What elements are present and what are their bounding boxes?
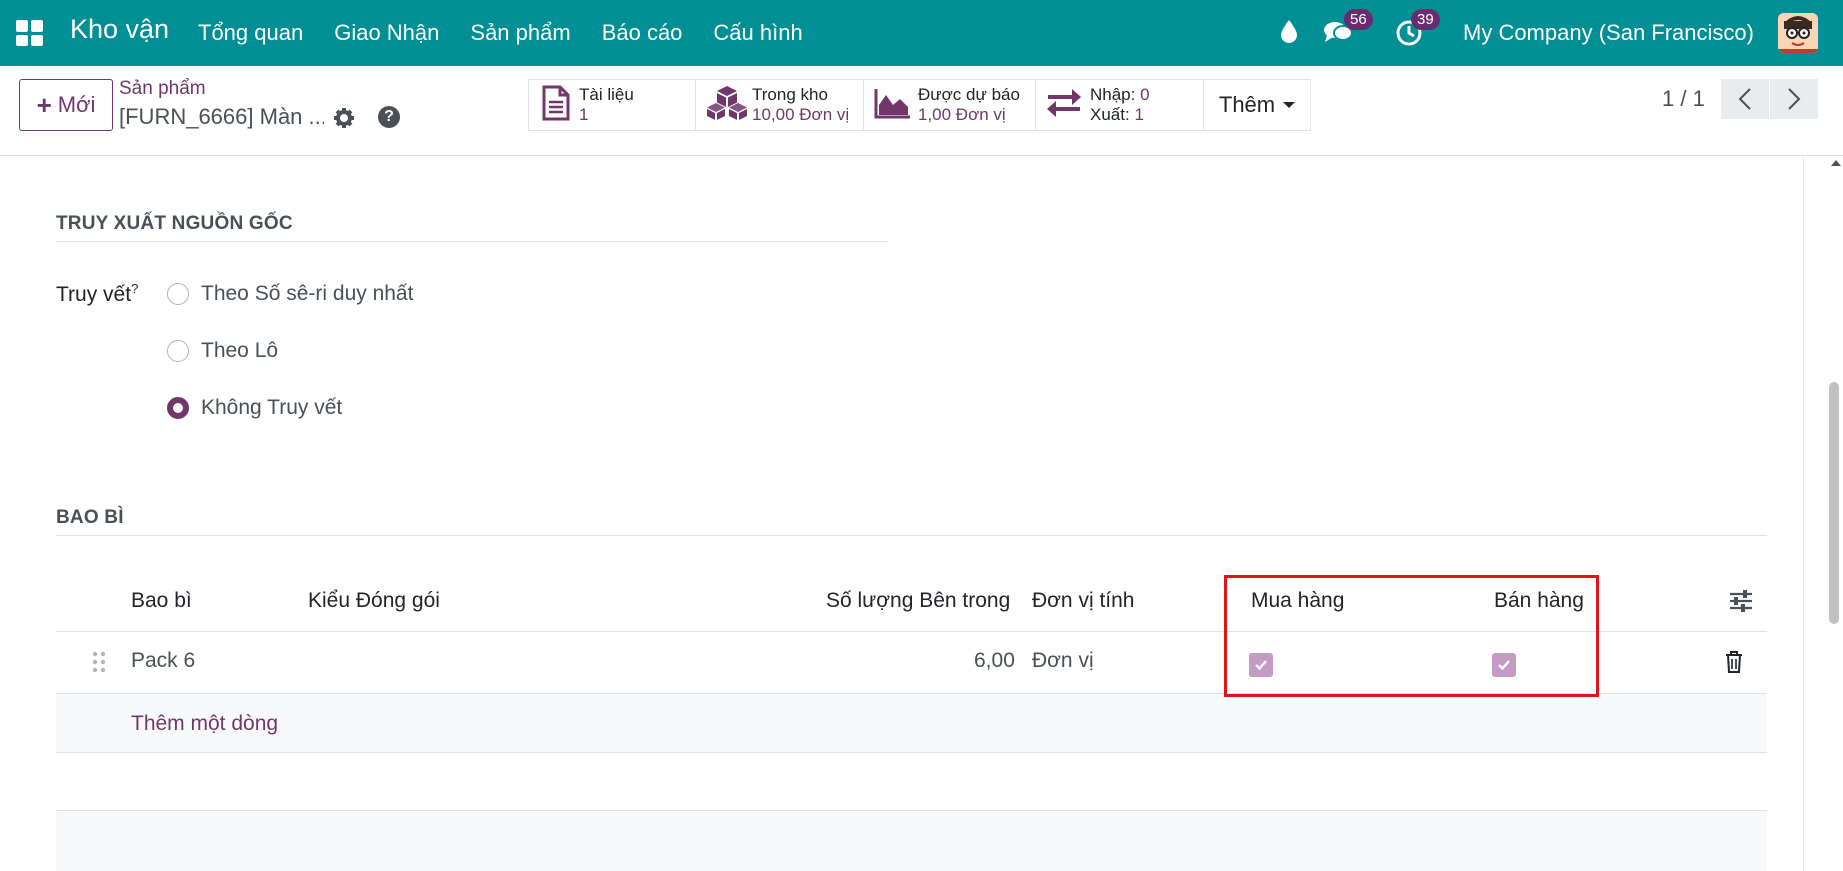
empty-row (56, 811, 1767, 871)
tracking-label-text: Truy vết (56, 283, 132, 306)
new-button[interactable]: + Mới (19, 79, 113, 131)
cell-uom[interactable]: Đơn vị (1032, 649, 1094, 673)
more-label: Thêm (1218, 92, 1276, 117)
messages-badge: 56 (1344, 9, 1373, 30)
menu-item-configuration[interactable]: Cấu hình (713, 20, 802, 46)
smart-button-in-out[interactable]: Nhập: 0 Xuất: 1 (1035, 79, 1204, 131)
gear-icon[interactable] (333, 107, 355, 134)
scrollbar-thumb[interactable] (1829, 382, 1839, 624)
top-navbar: Kho vận Tổng quan Giao Nhận Sản phẩm Báo… (0, 0, 1843, 66)
packaging-divider (56, 535, 1767, 536)
menu-item-reporting[interactable]: Báo cáo (602, 20, 683, 46)
tracking-field-label: Truy vết? (56, 281, 138, 307)
documents-label: Tài liệu (579, 85, 634, 104)
traceability-divider (56, 241, 888, 242)
radio-option-lot[interactable]: Theo Lô (167, 339, 278, 363)
out-label: Xuất: (1090, 105, 1130, 124)
row-divider (56, 752, 1767, 753)
exchange-icon (1046, 88, 1082, 122)
packaging-section-title: BAO BÌ (56, 507, 124, 528)
app-brand[interactable]: Kho vận (70, 14, 169, 45)
form-sheet (18, 156, 1803, 871)
add-line-link[interactable]: Thêm một dòng (131, 712, 278, 736)
plus-icon: + (36, 89, 52, 120)
radio-label: Theo Số sê-ri duy nhất (201, 282, 414, 305)
menu-item-products[interactable]: Sản phẩm (470, 20, 570, 46)
chevron-left-icon (1738, 88, 1751, 110)
column-header-contained-qty[interactable]: Số lượng Bên trong (826, 589, 1010, 613)
pager-previous-button[interactable] (1721, 79, 1769, 119)
smart-button-on-hand[interactable]: Trong kho 10,00 Đơn vị (695, 79, 864, 131)
cell-packaging-name[interactable]: Pack 6 (131, 649, 195, 673)
main-menu: Tổng quan Giao Nhận Sản phẩm Báo cáo Cấu… (198, 20, 834, 46)
drop-icon[interactable] (1279, 18, 1299, 49)
radio-label: Không Truy vết (201, 396, 343, 419)
on-hand-label: Trong kho (752, 85, 828, 104)
pager-next-button[interactable] (1770, 79, 1818, 119)
forecasted-value: 1,00 Đơn vị (918, 105, 1006, 124)
smart-button-forecasted[interactable]: Được dự báo 1,00 Đơn vị (863, 79, 1036, 131)
highlight-box (1224, 575, 1599, 697)
in-value: 0 (1140, 85, 1150, 104)
user-avatar[interactable] (1778, 13, 1818, 53)
caret-down-icon (1283, 102, 1296, 108)
apps-menu-icon[interactable] (16, 20, 44, 46)
menu-item-overview[interactable]: Tổng quan (198, 20, 303, 46)
add-line-row (56, 694, 1767, 752)
radio-label: Theo Lô (201, 339, 279, 362)
radio-button-checked[interactable] (167, 397, 189, 419)
on-hand-value: 10,00 Đơn vị (752, 105, 850, 124)
radio-option-serial[interactable]: Theo Số sê-ri duy nhất (167, 282, 413, 306)
smart-button-documents[interactable]: Tài liệu 1 (528, 79, 696, 131)
radio-button[interactable] (167, 340, 189, 362)
trash-icon[interactable] (1725, 651, 1743, 673)
radio-button[interactable] (167, 283, 189, 305)
radio-option-none[interactable]: Không Truy vết (167, 396, 342, 420)
document-icon (541, 85, 571, 126)
more-dropdown[interactable]: Thêm (1203, 79, 1311, 131)
cell-contained-qty[interactable]: 6,00 (974, 649, 1015, 673)
column-header-packaging[interactable]: Bao bì (131, 589, 192, 613)
in-label: Nhập: (1090, 85, 1136, 104)
column-settings-icon[interactable] (1729, 590, 1753, 612)
traceability-section-title: TRUY XUẤT NGUỒN GỐC (56, 213, 293, 234)
activities-badge: 39 (1411, 9, 1440, 30)
new-button-label: Mới (57, 92, 96, 117)
menu-item-operations[interactable]: Giao Nhận (334, 20, 439, 46)
pager-value[interactable]: 1 / 1 (1662, 86, 1705, 112)
company-switcher[interactable]: My Company (San Francisco) (1463, 20, 1754, 46)
out-value: 1 (1134, 105, 1144, 124)
control-panel: + Mới Sản phẩm [FURN_6666] Màn ... ? Tài… (0, 66, 1843, 156)
documents-value: 1 (579, 105, 589, 124)
cubes-icon (706, 85, 748, 125)
column-header-uom[interactable]: Đơn vị tính (1032, 589, 1134, 613)
breadcrumb-current: [FURN_6666] Màn ... (119, 104, 324, 129)
help-icon[interactable]: ? (378, 106, 400, 128)
scroll-up-arrow-icon[interactable] (1831, 158, 1841, 166)
tracking-help-tooltip[interactable]: ? (131, 281, 138, 296)
area-chart-icon (874, 87, 912, 124)
chevron-right-icon (1788, 88, 1801, 110)
forecasted-label: Được dự báo (918, 85, 1020, 104)
breadcrumb-parent[interactable]: Sản phẩm (119, 78, 206, 100)
drag-handle-icon[interactable] (92, 651, 106, 673)
column-header-package-type[interactable]: Kiểu Đóng gói (308, 589, 440, 613)
